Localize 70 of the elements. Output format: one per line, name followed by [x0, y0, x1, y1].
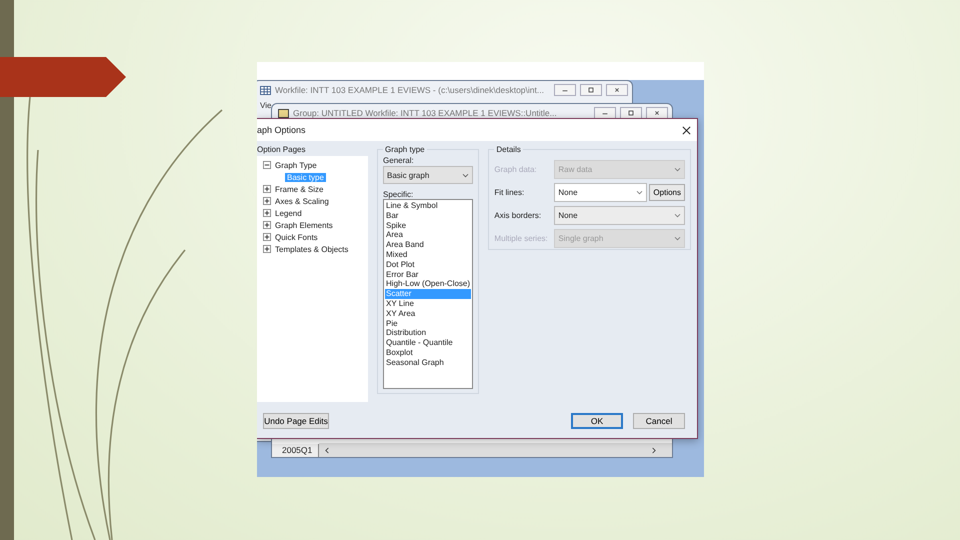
list-item[interactable]: Pie — [385, 318, 472, 328]
window-title: Group: UNTITLED Workfile: INTT 103 EXAMPLE 1 EVIEWS::Untitle... — [293, 108, 558, 118]
maximize-button[interactable] — [580, 84, 602, 96]
scroll-right-icon — [651, 446, 656, 454]
expand-icon[interactable] — [263, 221, 271, 229]
close-icon — [653, 109, 661, 117]
tree-item[interactable]: Frame & Size — [273, 184, 326, 194]
minimize-button[interactable] — [594, 107, 616, 119]
list-item[interactable]: Bar — [385, 210, 472, 221]
cancel-button[interactable]: Cancel — [633, 413, 685, 429]
list-item[interactable]: High-Low (Open-Close) — [385, 279, 472, 290]
list-item[interactable]: XY Line — [385, 298, 472, 309]
close-icon — [613, 86, 621, 94]
chevron-icon — [674, 213, 681, 218]
field-label: Multiple series: — [494, 234, 549, 243]
general-label: General: — [383, 156, 415, 165]
expand-icon[interactable] — [263, 233, 271, 241]
chevron-icon — [462, 172, 470, 178]
tree-item[interactable]: Templates & Objects — [273, 244, 350, 254]
list-item[interactable]: Quantile - Quantile — [385, 338, 472, 348]
horizontal-scrollbar[interactable] — [319, 443, 672, 457]
undo-page-edits-button[interactable]: Undo Page Edits — [263, 413, 329, 429]
expand-icon[interactable] — [263, 197, 271, 205]
list-item[interactable]: Mixed — [385, 250, 472, 260]
list-item[interactable]: Line & Symbol — [385, 201, 472, 211]
tree-item[interactable]: Axes & Scaling — [273, 196, 331, 206]
group-icon — [278, 108, 289, 118]
tree-item[interactable]: Quick Fonts — [273, 232, 320, 242]
expand-icon[interactable] — [263, 185, 271, 193]
grid-icon — [260, 86, 271, 94]
field-label: Graph data: — [494, 165, 538, 174]
maximize-button[interactable] — [620, 107, 642, 119]
specific-label: Specific: — [383, 190, 414, 199]
maximize-icon — [587, 86, 595, 94]
tree-item[interactable]: Graph Type — [273, 160, 319, 170]
group-title: Graph type — [384, 145, 426, 154]
option-pages-label: Option Pages — [257, 145, 306, 154]
field-label: Axis borders: — [494, 211, 542, 220]
scroll-left-icon — [325, 446, 330, 454]
dropdown[interactable]: None — [554, 206, 685, 225]
dialog-title: aph Options — [257, 125, 306, 135]
close-button[interactable] — [646, 107, 668, 119]
ok-button[interactable]: OK — [571, 413, 623, 429]
list-item[interactable]: Distribution — [385, 328, 472, 338]
expand-icon[interactable] — [263, 209, 271, 217]
list-item[interactable]: Spike — [385, 220, 472, 230]
chevron-icon — [674, 167, 681, 172]
list-item[interactable]: Error Bar — [385, 270, 472, 280]
window-title: Workfile: INTT 103 EXAMPLE 1 EVIEWS - (c:\users\dinek\desktop\int... — [275, 85, 545, 95]
list-item[interactable]: Area — [385, 230, 472, 240]
chevron-icon — [636, 190, 644, 195]
group-title: Details — [495, 145, 522, 154]
field-label: Fit lines: — [494, 188, 526, 197]
list-item[interactable]: XY Area — [385, 308, 472, 319]
row-label: 2005Q1 — [272, 444, 319, 457]
list-item[interactable]: Seasonal Graph — [385, 358, 472, 368]
menu-item[interactable]: Vie — [260, 101, 272, 110]
expand-icon[interactable] — [263, 245, 271, 253]
general-dropdown[interactable]: Basic graph — [383, 166, 474, 184]
tree-item[interactable]: Legend — [273, 208, 304, 218]
options-button[interactable]: Options — [649, 184, 685, 201]
list-item[interactable]: Boxplot — [385, 348, 472, 358]
close-icon[interactable] — [682, 126, 691, 134]
collapse-icon[interactable] — [263, 161, 271, 169]
chevron-icon — [674, 236, 681, 241]
list-item[interactable]: Dot Plot — [385, 260, 472, 270]
maximize-icon — [627, 109, 635, 117]
tree-item[interactable]: Graph Elements — [273, 220, 335, 230]
dropdown[interactable]: None — [554, 183, 648, 202]
list-item[interactable]: Area Band — [385, 240, 472, 250]
